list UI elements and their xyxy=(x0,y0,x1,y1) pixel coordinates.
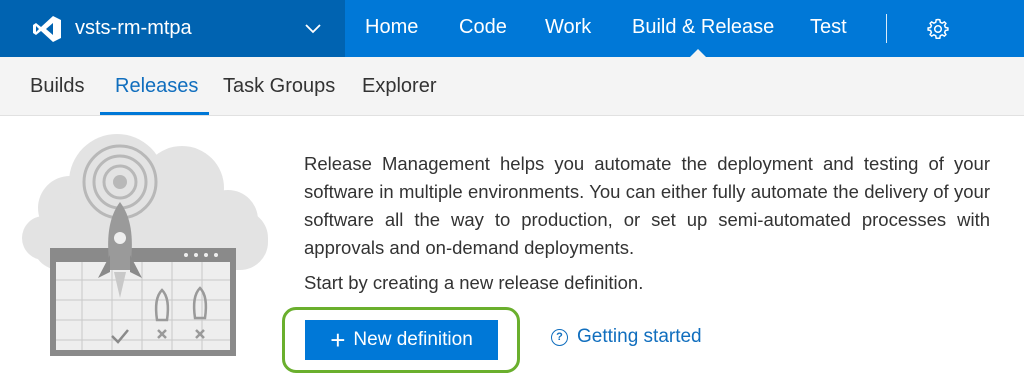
chevron-down-icon[interactable] xyxy=(303,18,323,38)
gear-icon[interactable] xyxy=(926,17,950,41)
nav-build-release[interactable]: Build & Release xyxy=(632,16,774,39)
nav-home[interactable]: Home xyxy=(365,16,418,39)
release-rocket-illustration xyxy=(22,134,268,356)
release-management-description: Release Management helps you automate th… xyxy=(304,153,990,258)
project-selector[interactable]: vsts-rm-mtpa xyxy=(0,0,345,57)
nav-work[interactable]: Work xyxy=(545,16,591,39)
sub-navigation: Builds Releases Task Groups Explorer xyxy=(0,57,1024,116)
top-bar: vsts-rm-mtpa Home Code Work Build & Rele… xyxy=(0,0,1024,57)
tab-releases[interactable]: Releases xyxy=(115,75,198,98)
tab-builds[interactable]: Builds xyxy=(30,75,84,98)
active-tab-underline xyxy=(100,112,209,115)
new-definition-label: New definition xyxy=(353,329,473,350)
plus-icon: + xyxy=(330,325,346,355)
nav-divider xyxy=(886,14,887,43)
nav-code[interactable]: Code xyxy=(459,16,507,39)
tab-explorer[interactable]: Explorer xyxy=(362,75,436,98)
start-instruction: Start by creating a new release definiti… xyxy=(304,272,644,293)
visual-studio-logo-icon xyxy=(33,16,61,42)
tab-task-groups[interactable]: Task Groups xyxy=(223,75,335,98)
question-circle-icon: ? xyxy=(551,328,568,346)
project-name: vsts-rm-mtpa xyxy=(75,17,192,39)
nav-test[interactable]: Test xyxy=(810,16,847,39)
active-nav-indicator xyxy=(690,49,706,57)
getting-started-label: Getting started xyxy=(577,326,702,347)
new-definition-button[interactable]: + New definition xyxy=(305,320,498,360)
getting-started-link[interactable]: ? Getting started xyxy=(551,326,702,348)
